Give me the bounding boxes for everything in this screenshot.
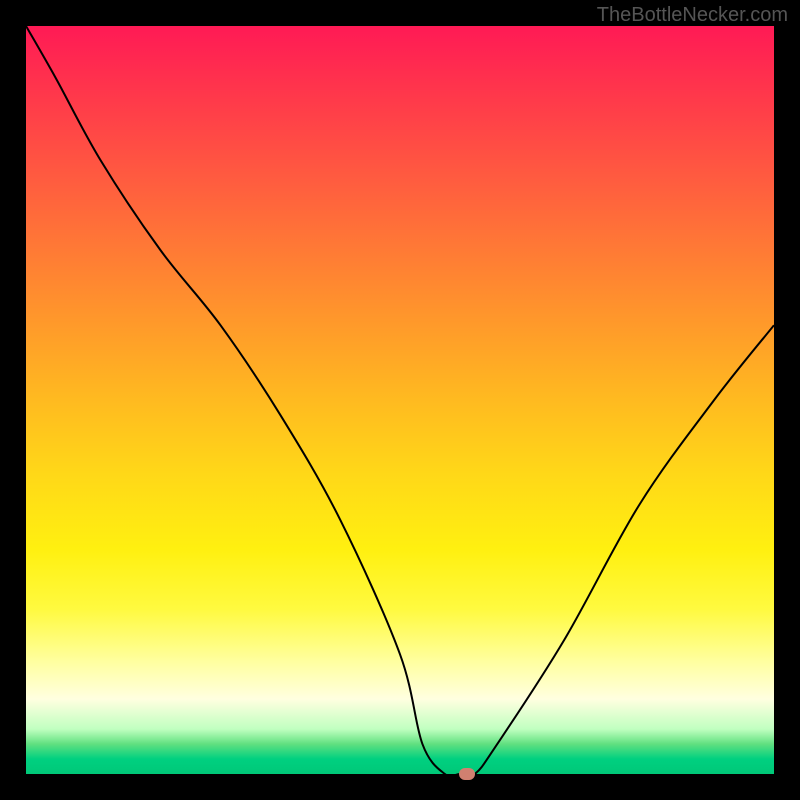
watermark-text: TheBottleNecker.com	[597, 4, 788, 27]
bottleneck-curve	[26, 26, 774, 774]
optimal-marker	[459, 768, 475, 780]
curve-path	[26, 26, 774, 774]
plot-area	[26, 26, 774, 774]
